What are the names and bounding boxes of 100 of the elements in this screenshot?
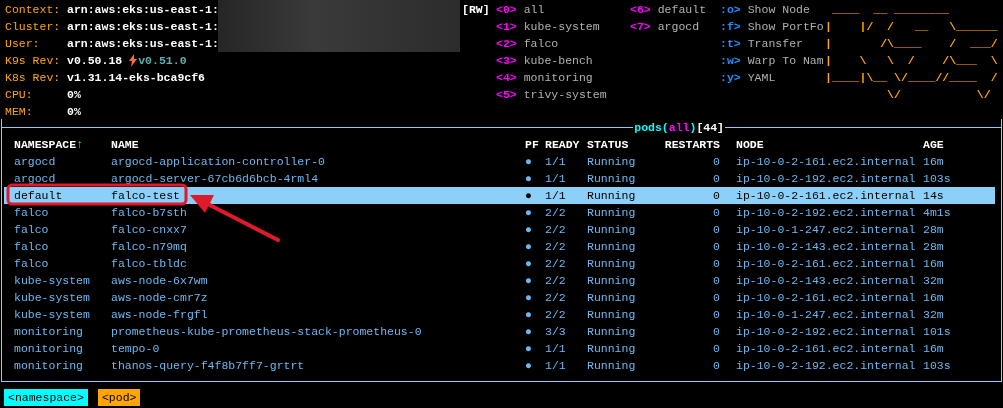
table-cell: Running: [587, 189, 636, 202]
column-header[interactable]: RESTARTS: [664, 136, 720, 153]
table-cell: ●: [525, 155, 532, 168]
namespace-shortcut[interactable]: trivy-system: [523, 86, 607, 103]
lightning-icon: [129, 54, 138, 67]
table-cell: kube-system: [14, 274, 90, 287]
table-row[interactable]: kube-system aws-node-frgfl ● 2/2 Running 0 ip-10-0-1-247.ec2.internal 32m: [4, 306, 995, 323]
table-cell: 32m: [923, 274, 944, 287]
table-cell: monitoring: [14, 325, 83, 338]
table-cell: ●: [525, 257, 532, 270]
table-row[interactable]: argocd argocd-application-controller-0 ● 1/1 Running 0 ip-10-0-2-161.ec2.internal 16m: [4, 153, 995, 170]
table-row[interactable]: kube-system aws-node-cmr7z ● 2/2 Running 0 ip-10-0-2-161.ec2.internal 16m: [4, 289, 995, 306]
table-cell: ip-10-0-2-161.ec2.internal: [736, 257, 916, 270]
column-header[interactable]: READY: [545, 136, 580, 153]
column-header[interactable]: PF: [525, 136, 539, 153]
table-cell: 0: [713, 172, 720, 185]
table-cell: tempo-0: [111, 342, 160, 355]
shortcut-key: <0>: [496, 1, 517, 18]
table-cell: Running: [587, 206, 636, 219]
table-cell: 4m1s: [923, 206, 951, 219]
table-cell: falco-tbldc: [111, 257, 187, 270]
table-cell: Running: [587, 257, 636, 270]
table-cell: 0: [713, 325, 720, 338]
table-cell: monitoring: [14, 342, 83, 355]
table-cell: Running: [587, 240, 636, 253]
table-cell: ●: [525, 206, 532, 219]
table-cell: Running: [587, 308, 636, 321]
shortcut-key: <6>: [630, 1, 651, 18]
table-cell: 2/2: [545, 206, 566, 219]
table-cell: ip-10-0-2-161.ec2.internal: [736, 189, 916, 202]
namespace-shortcut[interactable]: all: [523, 1, 545, 18]
shortcut-key: <2>: [496, 35, 517, 52]
table-row[interactable]: falco falco-cnxx7 ● 2/2 Running 0 ip-10-0-1-247.ec2.internal 28m: [4, 221, 995, 238]
table-cell: thanos-query-f4f8b7ff7-grtrt: [111, 359, 305, 372]
table-cell: ip-10-0-2-143.ec2.internal: [736, 240, 916, 253]
table-row[interactable]: monitoring prometheus-kube-prometheus-stack-prometheus-0 ● 3/3 Running 0 ip-10-0-2-192.ec2.internal 101s: [4, 323, 995, 340]
table-cell: Running: [587, 359, 636, 372]
table-cell: 1/1: [545, 189, 566, 202]
table-cell: Running: [587, 223, 636, 236]
table-row[interactable]: kube-system aws-node-6x7wm ● 2/2 Running 0 ip-10-0-2-143.ec2.internal 32m: [4, 272, 995, 289]
table-row[interactable]: default falco-test ● 1/1 Running 0 ip-10-0-2-161.ec2.internal 14s: [4, 187, 995, 204]
table-row[interactable]: falco falco-n79mq ● 2/2 Running 0 ip-10-0-2-143.ec2.internal 28m: [4, 238, 995, 255]
table-cell: ip-10-0-2-192.ec2.internal: [736, 172, 916, 185]
table-cell: falco-test: [111, 189, 180, 202]
shortcut-key: :y>: [720, 69, 741, 86]
table-row[interactable]: monitoring tempo-0 ● 1/1 Running 0 ip-10-0-2-161.ec2.internal 16m: [4, 340, 995, 357]
table-cell: falco-n79mq: [111, 240, 187, 253]
shortcut-key: <7>: [630, 18, 651, 35]
table-cell: 101s: [923, 325, 951, 338]
table-cell: ●: [525, 291, 532, 304]
table-cell: aws-node-6x7wm: [111, 274, 208, 287]
hotkey-label: Transfer: [747, 36, 803, 52]
table-row[interactable]: monitoring thanos-query-f4f8b7ff7-grtrt ● 1/1 Running 0 ip-10-0-2-192.ec2.internal 103s: [4, 357, 995, 374]
namespace-shortcut[interactable]: falco: [523, 35, 559, 52]
namespace-shortcut[interactable]: kube-bench: [523, 52, 593, 69]
mode-indicator: [RW]: [462, 3, 490, 16]
column-header[interactable]: NAMESPACE: [14, 136, 77, 153]
sort-indicator: ↑: [76, 137, 84, 153]
namespace-shortcut[interactable]: argocd: [657, 18, 700, 35]
table-cell: default: [14, 189, 63, 202]
shortcut-key: <1>: [496, 18, 517, 35]
info-value: v1.31.14-eks-bca9cf6: [67, 70, 206, 86]
breadcrumb[interactable]: <namespace>: [4, 389, 88, 406]
table-cell: 2/2: [545, 291, 566, 304]
ascii-logo: ____ __ ________ | |/ / __ \______ | /\____ / ___/ | \ \ / /\___ \ |____|\__ \/____//____ / \/ \/: [825, 2, 998, 103]
table-cell: ●: [525, 172, 532, 185]
hotkey-label: Show PortFo: [747, 19, 824, 35]
namespace-shortcut[interactable]: monitoring: [523, 69, 593, 86]
namespace-shortcut[interactable]: default: [657, 1, 707, 18]
table-cell: aws-node-frgfl: [111, 308, 208, 321]
info-label: K8s Rev:: [5, 70, 62, 86]
table-cell: 0: [713, 257, 720, 270]
table-cell: 28m: [923, 240, 944, 253]
column-header[interactable]: STATUS: [587, 136, 629, 153]
table-cell: 1/1: [545, 359, 566, 372]
table-cell: 0: [713, 206, 720, 219]
info-value: 0%: [67, 87, 81, 103]
table-row[interactable]: falco falco-b7sth ● 2/2 Running 0 ip-10-0-2-192.ec2.internal 4m1s: [4, 204, 995, 221]
table-cell: Running: [587, 291, 636, 304]
table-cell: aws-node-cmr7z: [111, 291, 208, 304]
table-cell: 1/1: [545, 155, 566, 168]
table-cell: 3/3: [545, 325, 566, 338]
table-cell: ●: [525, 240, 532, 253]
table-title: pods(all)[44]: [633, 120, 725, 136]
hotkey-label: Show Node: [747, 2, 810, 18]
info-value: v0.50.18: [67, 53, 123, 69]
breadcrumb[interactable]: <pod>: [97, 389, 141, 406]
table-cell: argocd: [14, 172, 56, 185]
namespace-shortcut[interactable]: kube-system: [523, 18, 600, 35]
table-row[interactable]: falco falco-tbldc ● 2/2 Running 0 ip-10-0-2-161.ec2.internal 16m: [4, 255, 995, 272]
table-cell: ip-10-0-2-192.ec2.internal: [736, 325, 916, 338]
table-cell: 0: [713, 274, 720, 287]
table-row[interactable]: argocd argocd-server-67cb6d6bcb-4rml4 ● 1/1 Running 0 ip-10-0-2-192.ec2.internal 103s: [4, 170, 995, 187]
column-header[interactable]: NAME: [111, 136, 139, 153]
table-cell: 2/2: [545, 274, 566, 287]
column-header[interactable]: NODE: [736, 136, 764, 153]
column-header[interactable]: AGE: [923, 136, 944, 153]
table-cell: ●: [525, 274, 532, 287]
shortcut-key: <5>: [496, 86, 517, 103]
info-label: CPU:: [5, 87, 34, 103]
